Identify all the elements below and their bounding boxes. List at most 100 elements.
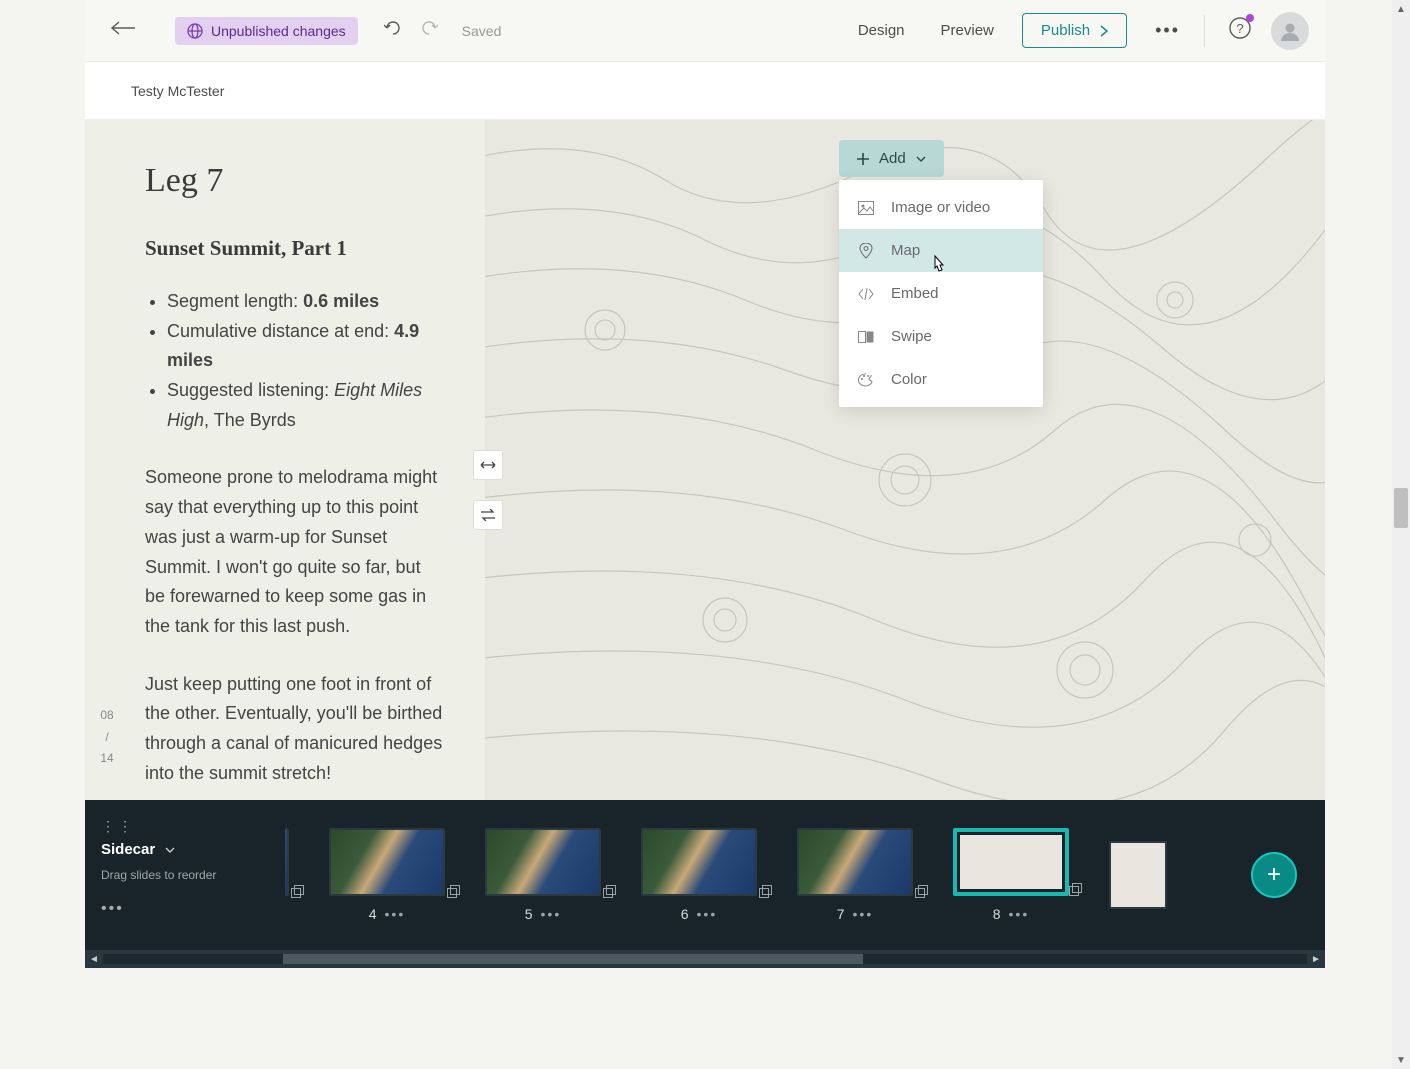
dropdown-item-swipe[interactable]: Swipe (839, 315, 1043, 358)
scroll-left-button[interactable]: ◄ (85, 954, 103, 965)
media-area[interactable]: Add Image or video Map Embed (485, 120, 1325, 800)
scroll-track[interactable] (103, 954, 1307, 964)
preview-tab[interactable]: Preview (941, 22, 994, 39)
duplicate-icon[interactable] (1069, 883, 1083, 902)
slide-more-button[interactable]: ••• (1009, 906, 1030, 922)
main-canvas: Leg 7 Sunset Summit, Part 1 Segment leng… (85, 120, 1325, 800)
slide-number: 4 (369, 906, 377, 922)
undo-redo-group (384, 20, 438, 41)
topbar: Unpublished changes Saved Design Preview… (85, 0, 1325, 62)
more-menu-button[interactable]: ••• (1155, 20, 1180, 41)
scroll-right-button[interactable]: ► (1307, 954, 1325, 965)
slide-thumbnail[interactable]: 6 ••• (641, 828, 757, 922)
undo-button[interactable] (384, 20, 402, 41)
avatar-button[interactable] (1271, 12, 1309, 50)
map-pin-icon (857, 243, 875, 259)
svg-text:?: ? (1236, 21, 1243, 36)
palette-icon (857, 373, 875, 387)
unpublished-changes-badge[interactable]: Unpublished changes (175, 17, 358, 45)
chevron-down-icon[interactable] (165, 847, 175, 853)
design-tab[interactable]: Design (858, 22, 905, 39)
publish-button[interactable]: Publish (1022, 13, 1127, 48)
section-title[interactable]: Sunset Summit, Part 1 (145, 236, 445, 261)
scroll-thumb[interactable] (1394, 488, 1408, 528)
help-button[interactable]: ? (1229, 17, 1251, 44)
listening-label: Suggested listening: (167, 380, 334, 400)
scroll-up-button[interactable]: ▲ (1392, 0, 1410, 18)
add-media-button[interactable]: Add (839, 140, 944, 177)
add-label: Add (879, 150, 906, 167)
slide-thumbnail[interactable]: 7 ••• (797, 828, 913, 922)
slide-thumbnail[interactable]: 5••• (485, 828, 601, 922)
leg-title[interactable]: Leg 7 (145, 162, 445, 200)
slide-thumbnail-selected[interactable]: 8 ••• (953, 828, 1069, 922)
duplicate-icon[interactable] (915, 885, 929, 904)
redo-button[interactable] (420, 20, 438, 41)
chevron-right-icon (1100, 25, 1108, 37)
scroll-down-button[interactable]: ▼ (1392, 1051, 1410, 1069)
slide-more-button[interactable]: ••• (385, 906, 406, 922)
slide-number: 8 (993, 906, 1001, 922)
dropdown-label: Swipe (891, 328, 932, 345)
stats-list[interactable]: Segment length: 0.6 miles Cumulative dis… (145, 287, 445, 435)
duplicate-icon[interactable] (603, 885, 617, 904)
dropdown-label: Embed (891, 285, 939, 302)
slide-number: 7 (837, 906, 845, 922)
swap-panel-button[interactable] (473, 500, 503, 530)
segment-value: 0.6 miles (303, 291, 379, 311)
cumulative-item: Cumulative distance at end: 4.9 miles (167, 317, 445, 376)
add-media-dropdown: Image or video Map Embed Swipe Color (839, 180, 1043, 407)
publish-label: Publish (1041, 22, 1090, 39)
dropdown-item-color[interactable]: Color (839, 358, 1043, 401)
author-name[interactable]: Testy McTester (131, 83, 224, 99)
reorder-hint: Drag slides to reorder (101, 868, 269, 882)
filmstrip-scrollbar[interactable]: ◄ ► (85, 950, 1325, 968)
segment-length-item: Segment length: 0.6 miles (167, 287, 445, 317)
slide-thumbnail[interactable] (1109, 841, 1167, 909)
back-button[interactable] (101, 15, 145, 46)
slide-number: 6 (681, 906, 689, 922)
dropdown-label: Color (891, 371, 927, 388)
notification-dot (1246, 14, 1254, 22)
page-current: 08 (97, 705, 117, 727)
slide-more-button[interactable]: ••• (697, 906, 718, 922)
scroll-thumb[interactable] (283, 954, 863, 964)
block-type-label[interactable]: Sidecar (101, 841, 155, 858)
add-slide-button[interactable]: + (1251, 852, 1297, 898)
duplicate-icon[interactable] (759, 885, 773, 904)
chevron-down-icon (916, 156, 926, 162)
drag-handle-icon[interactable]: ⋮⋮ (101, 818, 269, 835)
narrative-panel: Leg 7 Sunset Summit, Part 1 Segment leng… (85, 120, 485, 800)
dropdown-label: Image or video (891, 199, 990, 216)
dropdown-item-map[interactable]: Map (839, 229, 1043, 272)
dropdown-item-image-video[interactable]: Image or video (839, 186, 1043, 229)
resize-panel-button[interactable] (473, 450, 503, 480)
listening-artist: , The Byrds (204, 410, 296, 430)
window-scrollbar[interactable]: ▲ ▼ (1392, 0, 1410, 1069)
block-more-button[interactable]: ••• (101, 900, 269, 918)
slides-track[interactable]: 3••• 4 ••• 5••• 6 ••• 7 ••• 8 ••• (285, 800, 1325, 950)
code-icon (857, 288, 875, 300)
slide-more-button[interactable]: ••• (541, 906, 562, 922)
dropdown-label: Map (891, 242, 920, 259)
page-counter: 08 / 14 (97, 705, 117, 770)
plus-icon (857, 153, 869, 165)
page-total: 14 (97, 748, 117, 770)
dropdown-item-embed[interactable]: Embed (839, 272, 1043, 315)
cumulative-label: Cumulative distance at end: (167, 321, 394, 341)
paragraph-1[interactable]: Someone prone to melodrama might say tha… (145, 463, 445, 641)
filmstrip: ⋮⋮ Sidecar Drag slides to reorder ••• 3•… (85, 800, 1325, 950)
slide-more-button[interactable]: ••• (853, 906, 874, 922)
breadcrumb: Testy McTester (85, 62, 1325, 120)
duplicate-icon[interactable] (447, 885, 461, 904)
page-sep: / (97, 727, 117, 749)
swipe-icon (857, 331, 875, 343)
panel-controls (473, 450, 503, 530)
unpublished-label: Unpublished changes (211, 23, 346, 39)
scroll-track[interactable] (1392, 18, 1410, 1051)
paragraph-2[interactable]: Just keep putting one foot in front of t… (145, 670, 445, 789)
divider (1204, 15, 1205, 47)
duplicate-icon[interactable] (291, 885, 305, 904)
slide-thumbnail[interactable]: 4 ••• (329, 828, 445, 922)
slide-thumbnail[interactable]: 3••• (285, 828, 289, 922)
